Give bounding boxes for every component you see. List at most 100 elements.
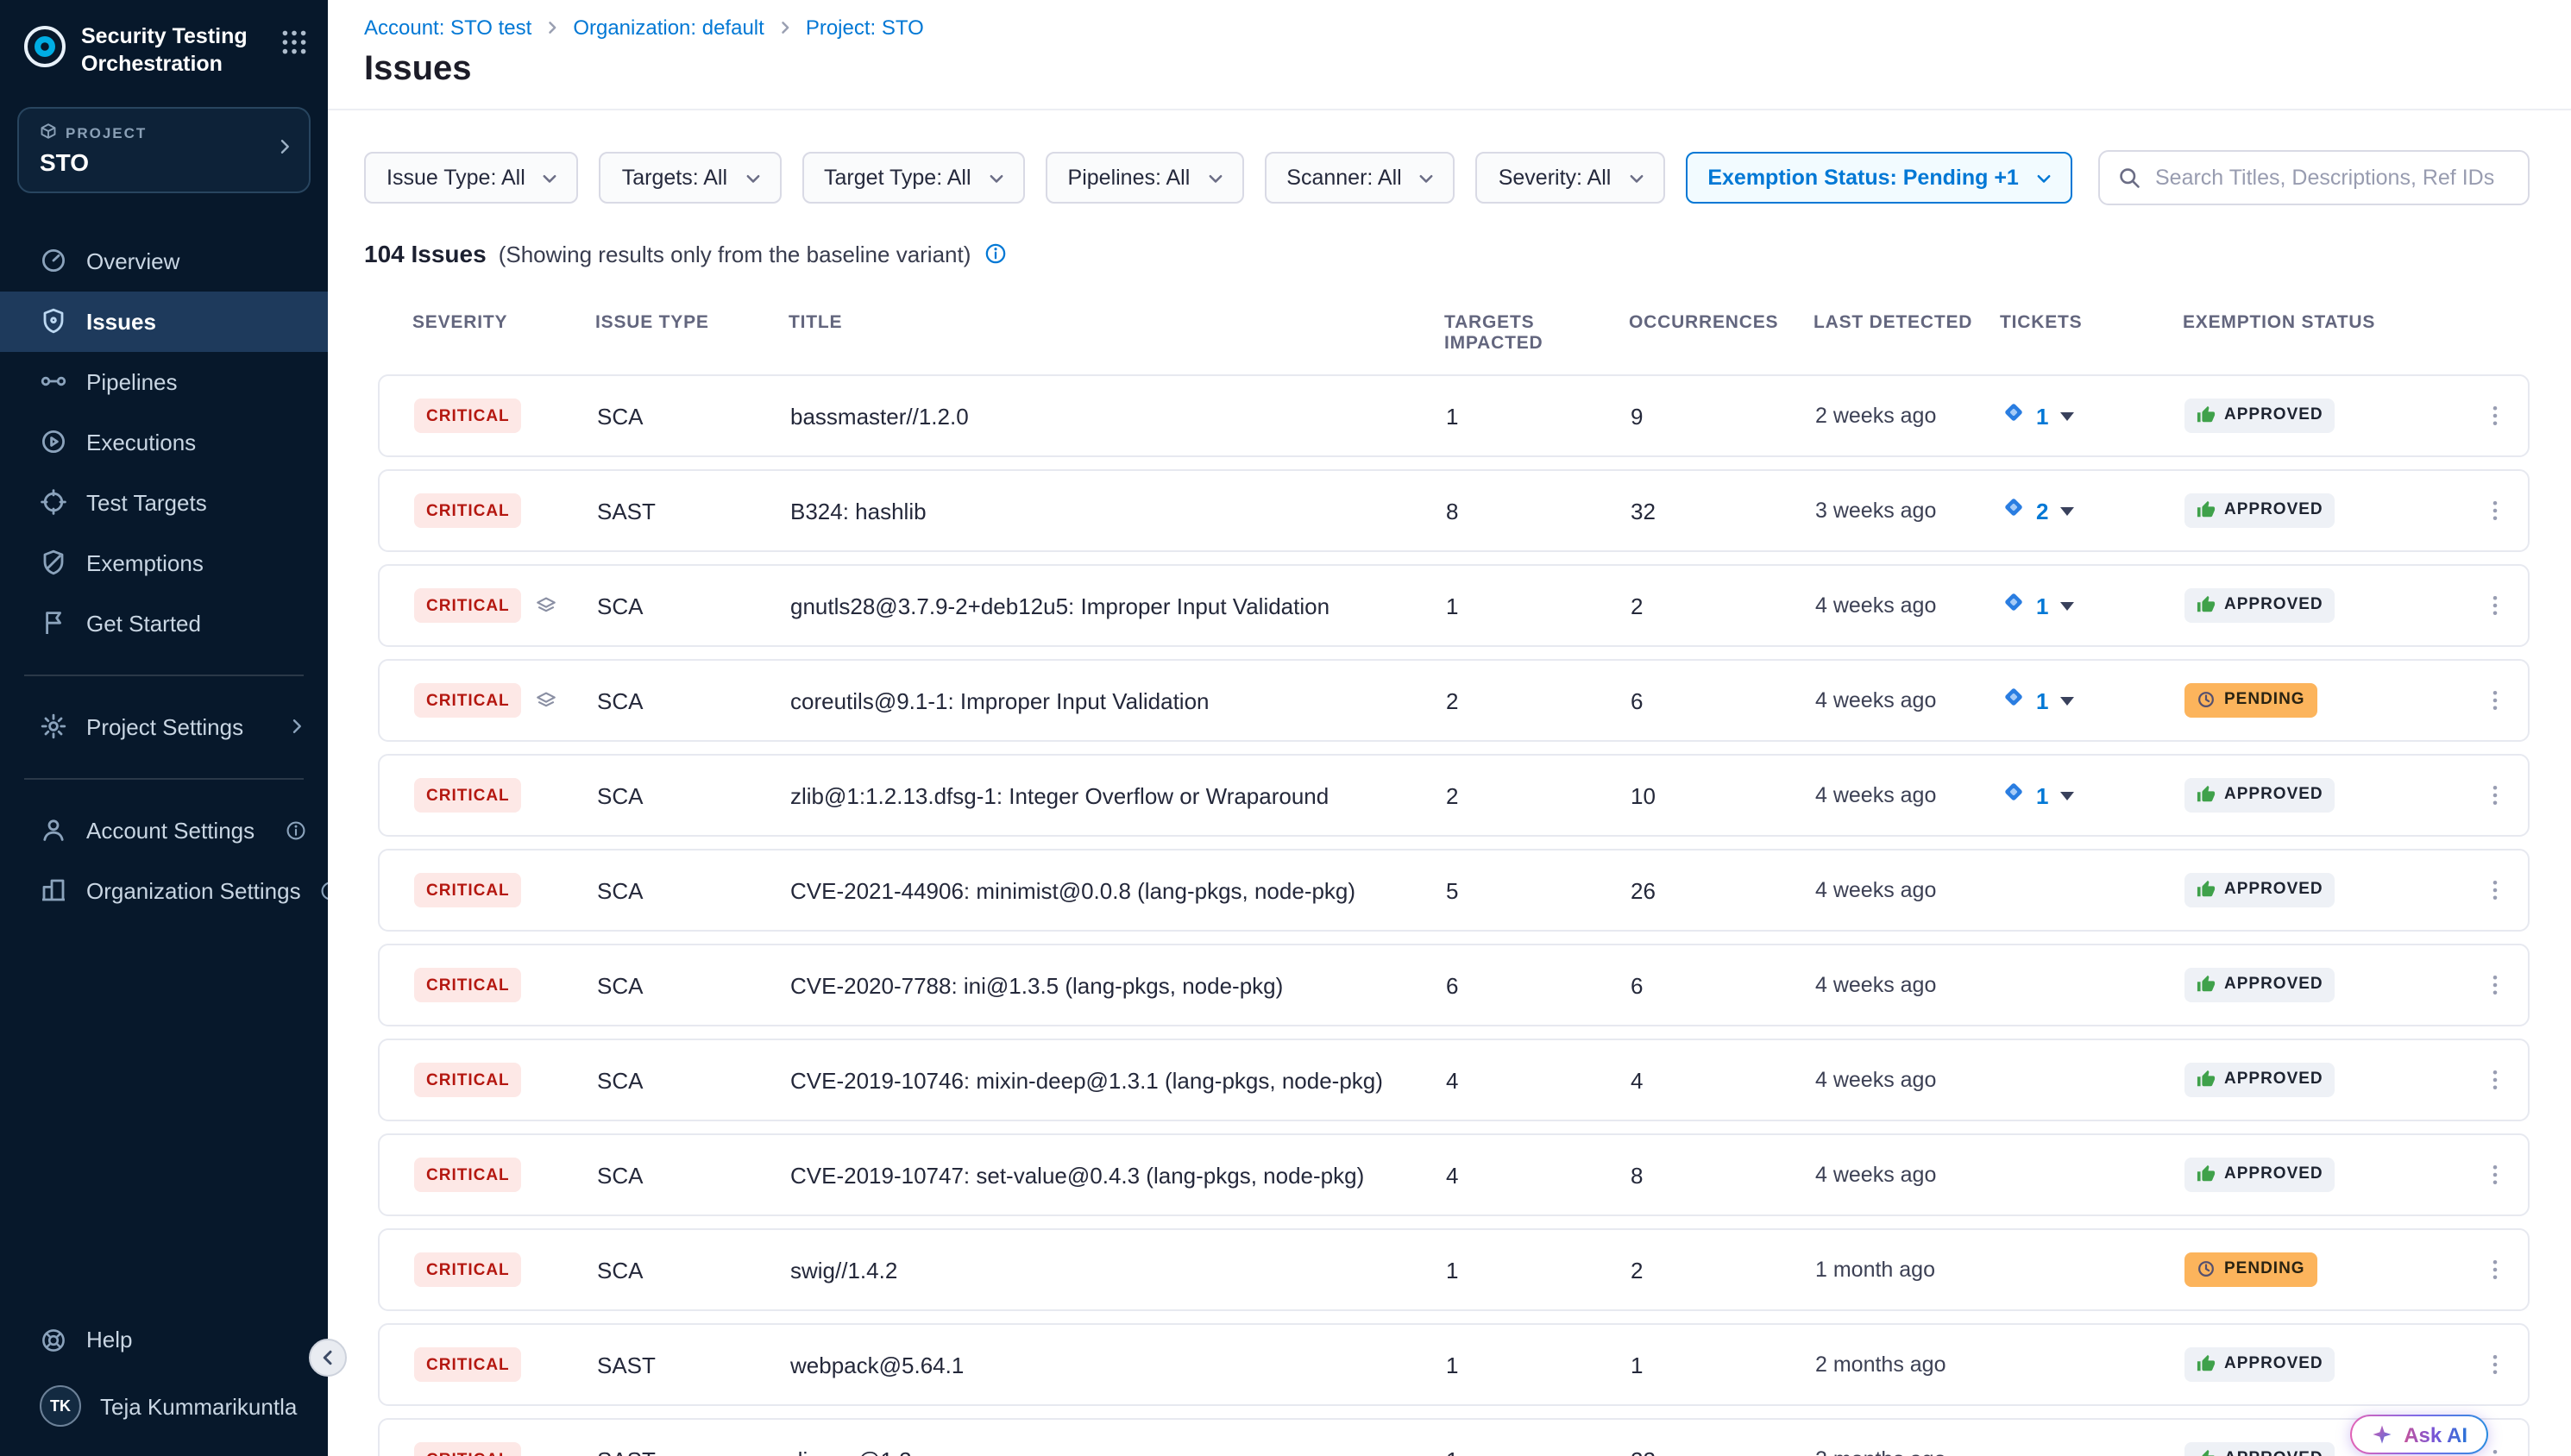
row-menu-kebab-icon[interactable]	[2475, 1061, 2513, 1099]
severity-label: CRITICAL	[426, 976, 510, 995]
severity-label: CRITICAL	[426, 1260, 510, 1279]
project-selector[interactable]: PROJECT STO	[17, 106, 311, 192]
person-icon	[40, 816, 67, 844]
issue-type: SCA	[597, 972, 790, 998]
row-menu-kebab-icon[interactable]	[2475, 587, 2513, 624]
exemption-status-badge: APPROVED	[2184, 1158, 2335, 1192]
screen: Security Testing Orchestration PROJECT S…	[0, 0, 2571, 1456]
severity-label: CRITICAL	[426, 406, 510, 425]
info-icon[interactable]	[285, 819, 307, 841]
thumbs-up-icon	[2197, 1355, 2216, 1374]
ticket-count: 1	[2036, 593, 2048, 618]
issue-row[interactable]: CRITICAL SCA zlib@1:1.2.13.dfsg-1: Integ…	[378, 754, 2530, 837]
occurrences: 26	[1631, 877, 1815, 903]
ticket-cell[interactable]: 1	[2002, 684, 2184, 717]
row-menu-kebab-icon[interactable]	[2475, 492, 2513, 530]
filter-scanner[interactable]: Scanner: All	[1264, 152, 1455, 204]
filter-issue-type[interactable]: Issue Type: All	[364, 152, 579, 204]
severity-label: CRITICAL	[426, 1450, 510, 1456]
chevron-down-icon	[1626, 168, 1645, 187]
targets-impacted: 1	[1446, 1257, 1631, 1283]
row-menu-kebab-icon[interactable]	[2475, 776, 2513, 814]
status-label: APPROVED	[2224, 596, 2323, 615]
last-detected: 4 weeks ago	[1815, 783, 2002, 807]
search-input[interactable]	[2155, 166, 2511, 190]
targets-impacted: 5	[1446, 877, 1631, 903]
issue-title: B324: hashlib	[790, 498, 1446, 524]
breadcrumb-account-link[interactable]: Account: STO test	[364, 16, 531, 40]
gear-icon	[40, 712, 67, 740]
severity-badge: CRITICAL	[414, 1442, 522, 1456]
col-last-detected: LAST DETECTED	[1814, 312, 2000, 354]
filter-targets[interactable]: Targets: All	[600, 152, 781, 204]
row-menu-kebab-icon[interactable]	[2475, 1156, 2513, 1194]
breadcrumb-organization-link[interactable]: Organization: default	[573, 16, 764, 40]
sidebar-collapse-button[interactable]	[309, 1339, 347, 1377]
severity-badge: CRITICAL	[414, 683, 522, 718]
issue-row[interactable]: CRITICAL SCA CVE-2021-44906: minimist@0.…	[378, 849, 2530, 932]
issue-row[interactable]: CRITICAL SAST webpack@5.64.1 1 1 2 month…	[378, 1323, 2530, 1406]
app-switcher-icon[interactable]	[281, 29, 307, 64]
info-icon[interactable]	[983, 242, 1007, 266]
nav-label: Get Started	[86, 610, 201, 636]
targets-impacted: 8	[1446, 498, 1631, 524]
filter-target-type[interactable]: Target Type: All	[801, 152, 1025, 204]
last-detected: 2 months ago	[1815, 1447, 2002, 1456]
ticket-cell[interactable]: 1	[2002, 779, 2184, 812]
exemptions-icon	[40, 549, 67, 576]
sidebar-item-get-started[interactable]: Get Started	[0, 593, 328, 653]
sidebar-item-organization-settings[interactable]: Organization Settings	[0, 860, 328, 920]
sidebar-item-overview[interactable]: Overview	[0, 230, 328, 291]
filter-pipelines[interactable]: Pipelines: All	[1046, 152, 1244, 204]
severity-label: CRITICAL	[426, 596, 510, 615]
pending-icon	[2197, 691, 2216, 710]
organization-icon	[40, 876, 67, 904]
row-menu-kebab-icon[interactable]	[2475, 1346, 2513, 1384]
sidebar-item-exemptions[interactable]: Exemptions	[0, 532, 328, 593]
issue-row[interactable]: CRITICAL SAST B324: hashlib 8 32 3 weeks…	[378, 469, 2530, 552]
row-menu-kebab-icon[interactable]	[2475, 871, 2513, 909]
issue-row[interactable]: CRITICAL SCA CVE-2019-10746: mixin-deep@…	[378, 1039, 2530, 1121]
divider	[24, 777, 304, 779]
breadcrumb-project-link[interactable]: Project: STO	[806, 16, 924, 40]
issue-row[interactable]: CRITICAL SCA gnutls28@3.7.9-2+deb12u5: I…	[378, 564, 2530, 647]
last-detected: 2 weeks ago	[1815, 404, 2002, 428]
severity-badge: CRITICAL	[414, 873, 522, 907]
issue-row[interactable]: CRITICAL SCA bassmaster//1.2.0 1 9 2 wee…	[378, 374, 2530, 457]
table-header: SEVERITY ISSUE TYPE TITLE TARGETS IMPACT…	[328, 312, 2530, 354]
ticket-cell[interactable]: 1	[2002, 399, 2184, 432]
ticket-cell[interactable]: 1	[2002, 589, 2184, 622]
last-detected: 1 month ago	[1815, 1258, 2002, 1282]
targets-impacted: 1	[1446, 1447, 1631, 1456]
sidebar-item-pipelines[interactable]: Pipelines	[0, 351, 328, 411]
issues-count: 104 Issues	[364, 240, 487, 267]
filter-severity[interactable]: Severity: All	[1476, 152, 1665, 204]
sidebar-item-help[interactable]: Help	[0, 1309, 328, 1370]
sidebar-item-account-settings[interactable]: Account Settings	[0, 800, 328, 860]
issue-row[interactable]: CRITICAL SCA swig//1.4.2 1 2 1 month ago…	[378, 1228, 2530, 1311]
ask-ai-button[interactable]: Ask AI	[2350, 1415, 2488, 1454]
main-content: Account: STO test Organization: default …	[328, 0, 2571, 1456]
filter-exemption-status[interactable]: Exemption Status: Pending +1	[1685, 152, 2072, 204]
user-menu[interactable]: TK Teja Kummarikuntla	[0, 1370, 328, 1442]
issue-row[interactable]: CRITICAL SAST django@1.2 1 22 2 months a…	[378, 1418, 2530, 1456]
sidebar-item-issues[interactable]: Issues	[0, 291, 328, 351]
row-menu-kebab-icon[interactable]	[2475, 1251, 2513, 1289]
issue-title: zlib@1:1.2.13.dfsg-1: Integer Overflow o…	[790, 782, 1446, 808]
sidebar-item-test-targets[interactable]: Test Targets	[0, 472, 328, 532]
status-label: APPROVED	[2224, 406, 2323, 425]
row-menu-kebab-icon[interactable]	[2475, 966, 2513, 1004]
ticket-cell[interactable]: 2	[2002, 494, 2184, 527]
issue-title: webpack@5.64.1	[790, 1352, 1446, 1378]
row-menu-kebab-icon[interactable]	[2475, 397, 2513, 435]
row-menu-kebab-icon[interactable]	[2475, 681, 2513, 719]
issue-row[interactable]: CRITICAL SCA CVE-2019-10747: set-value@0…	[378, 1133, 2530, 1216]
issue-row[interactable]: CRITICAL SCA coreutils@9.1-1: Improper I…	[378, 659, 2530, 742]
issue-row[interactable]: CRITICAL SCA CVE-2020-7788: ini@1.3.5 (l…	[378, 944, 2530, 1026]
sto-logo-icon	[22, 24, 67, 78]
issue-title: CVE-2021-44906: minimist@0.0.8 (lang-pkg…	[790, 877, 1446, 903]
sidebar-item-executions[interactable]: Executions	[0, 411, 328, 472]
project-name: STO	[40, 147, 264, 175]
sidebar-item-project-settings[interactable]: Project Settings	[0, 696, 328, 756]
nav-label: Exemptions	[86, 549, 204, 575]
